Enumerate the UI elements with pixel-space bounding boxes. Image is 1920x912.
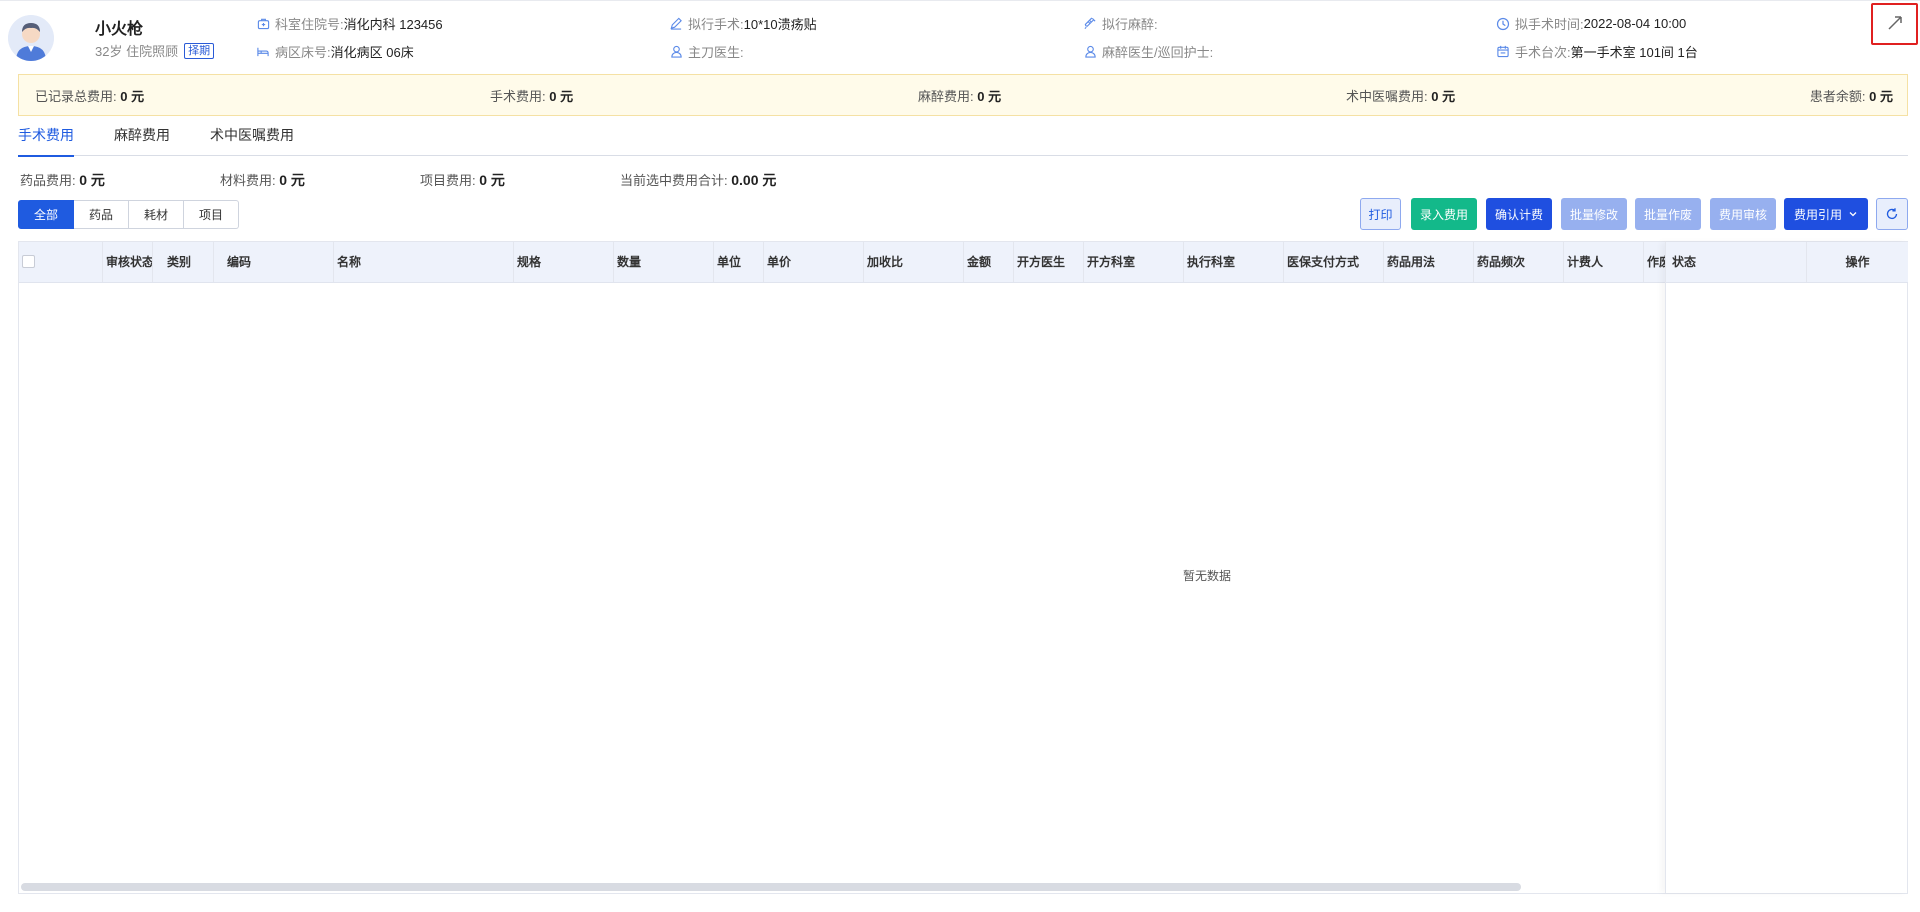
select-all-cell — [19, 242, 53, 282]
fee-reference-dropdown[interactable]: 费用引用 — [1784, 198, 1868, 230]
info-dept-admission: 科室住院号: 消化内科 123456 — [256, 14, 443, 33]
building-icon — [256, 17, 270, 31]
col-prescribing-dept: 开方科室 — [1084, 242, 1184, 282]
info-ward-bed: 病区床号: 消化病区 06床 — [256, 42, 414, 61]
info-chief-surgeon: 主刀医生: — [669, 42, 744, 61]
col-markup: 加收比 — [864, 242, 964, 282]
stat-selected-total: 当前选中费用合计: 0.00 元 — [620, 172, 777, 188]
summary-orders: 术中医嘱费用: 0 元 — [1346, 88, 1456, 104]
select-all-checkbox[interactable] — [22, 255, 35, 268]
surgery-type-badge: 择期 — [184, 42, 215, 59]
col-insurance-pay: 医保支付方式 — [1284, 242, 1384, 282]
clock-icon — [1496, 17, 1510, 31]
batch-edit-button[interactable]: 批量修改 — [1561, 198, 1627, 230]
fee-audit-button[interactable]: 费用审核 — [1710, 198, 1776, 230]
summary-balance: 患者余额: 0 元 — [1809, 88, 1893, 104]
col-void: 作废 — [1647, 255, 1665, 269]
col-amount: 金额 — [964, 242, 1014, 282]
horizontal-scrollbar[interactable] — [21, 883, 1521, 891]
stat-material: 材料费用: 0 元 — [220, 172, 305, 188]
info-planned-surgery: 拟行手术: 10*10溃疡贴 — [669, 14, 817, 33]
patient-avatar — [8, 15, 54, 61]
print-button[interactable]: 打印 — [1360, 198, 1401, 230]
summary-total: 已记录总费用: 0 元 — [35, 88, 145, 104]
stat-item: 项目费用: 0 元 — [420, 172, 505, 188]
refresh-icon — [1885, 207, 1899, 221]
col-executing-dept: 执行科室 — [1184, 242, 1284, 282]
info-anesthetist-nurse: 麻醉医生/巡回护士: — [1083, 42, 1213, 61]
patient-header: 小火枪 32岁 住院照顾 择期 科室住院号: 消化内科 123456 病区床号:… — [0, 0, 1920, 74]
pen-icon — [669, 17, 683, 31]
enter-fee-button[interactable]: 录入费用 — [1411, 198, 1477, 230]
col-operation: 操作 — [1845, 255, 1870, 269]
patient-meta: 32岁 住院照顾 择期 — [95, 41, 215, 60]
refresh-button[interactable] — [1876, 198, 1908, 230]
table-header: 审核状态 类别 编码 名称 规格 数量 单位 单价 加收比 金额 开方医生 开方… — [19, 242, 1907, 283]
summary-surgery: 手术费用: 0 元 — [490, 88, 574, 104]
collapse-header-button[interactable] — [1871, 3, 1918, 45]
empty-state-text: 暂无数据 — [1183, 569, 1232, 583]
col-status: 状态 — [1669, 242, 1807, 282]
tab-anesthesia-fee[interactable]: 麻醉费用 — [114, 124, 170, 156]
chevron-down-icon — [1848, 209, 1858, 219]
col-audit-status: 审核状态 — [103, 242, 153, 282]
summary-anesthesia: 麻醉费用: 0 元 — [918, 88, 1002, 104]
col-unit-price: 单价 — [764, 242, 864, 282]
col-category: 类别 — [164, 242, 214, 282]
col-name: 名称 — [334, 242, 514, 282]
fee-summary-bar: 已记录总费用: 0 元 手术费用: 0 元 麻醉费用: 0 元 术中医嘱费用: … — [18, 74, 1908, 116]
bed-icon — [256, 45, 270, 59]
col-quantity: 数量 — [614, 242, 714, 282]
filter-drug[interactable]: 药品 — [74, 200, 129, 229]
info-planned-anesthesia: 拟行麻醉: — [1083, 14, 1158, 33]
patient-name: 小火枪 — [95, 21, 144, 38]
info-or-slot: 手术台次: 第一手术室 101间 1台 — [1496, 42, 1698, 61]
info-planned-time: 拟手术时间: 2022-08-04 10:00 — [1496, 14, 1686, 33]
patient-age-ward: 32岁 住院照顾 — [95, 44, 179, 59]
filter-item[interactable]: 项目 — [184, 200, 239, 229]
fixed-header: 状态 操作 — [1666, 242, 1908, 283]
syringe-icon — [1083, 17, 1097, 31]
tab-order-fee[interactable]: 术中医嘱费用 — [210, 124, 294, 156]
user-icon — [1083, 45, 1097, 59]
col-unit: 单位 — [714, 242, 764, 282]
stat-drug: 药品费用: 0 元 — [20, 172, 105, 188]
fee-tabs: 手术费用 麻醉费用 术中医嘱费用 — [18, 124, 1908, 157]
tab-surgery-fee[interactable]: 手术费用 — [18, 124, 74, 157]
col-code: 编码 — [224, 242, 334, 282]
fixed-right-columns: 状态 操作 — [1665, 242, 1908, 893]
user-icon — [669, 45, 683, 59]
col-blank — [53, 242, 103, 282]
col-drug-frequency: 药品频次 — [1474, 242, 1564, 282]
col-spec: 规格 — [514, 242, 614, 282]
category-filter: 全部 药品 耗材 项目 — [18, 200, 239, 229]
shrink-arrow-icon — [1886, 14, 1904, 35]
fee-stats: 药品费用: 0 元 材料费用: 0 元 项目费用: 0 元 当前选中费用合计: … — [20, 170, 776, 190]
calendar-icon — [1496, 45, 1510, 59]
filter-all[interactable]: 全部 — [18, 200, 74, 229]
col-drug-usage: 药品用法 — [1384, 242, 1474, 282]
col-biller: 计费人 — [1564, 242, 1644, 282]
fee-table: 审核状态 类别 编码 名称 规格 数量 单位 单价 加收比 金额 开方医生 开方… — [18, 241, 1908, 894]
col-prescriber: 开方医生 — [1014, 242, 1084, 282]
filter-consumable[interactable]: 耗材 — [129, 200, 184, 229]
batch-void-button[interactable]: 批量作废 — [1635, 198, 1701, 230]
confirm-billing-button[interactable]: 确认计费 — [1486, 198, 1552, 230]
